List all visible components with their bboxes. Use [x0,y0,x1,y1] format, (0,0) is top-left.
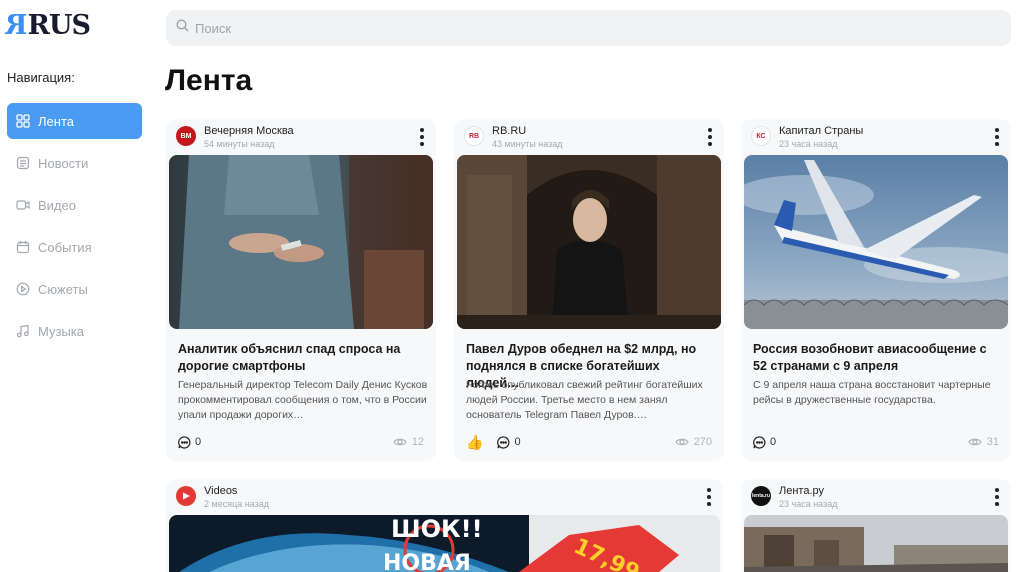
comment-icon [497,435,510,449]
more-options-icon[interactable] [995,488,999,506]
search-icon [176,19,195,37]
views-counter: 270 [674,435,712,449]
newspaper-icon [16,156,30,170]
more-options-icon[interactable] [420,128,424,146]
news-image[interactable] [457,155,721,329]
comment-icon [753,435,766,449]
search-input[interactable] [195,20,975,36]
news-description: Forbes опубликовал свежий рейтинг богате… [466,379,703,421]
comments-button[interactable]: 0 [753,435,777,449]
news-image[interactable] [744,515,1008,572]
thumbnail-text-shock: ШОК!! [391,515,483,543]
views-counter: 31 [968,435,999,449]
nav-title: Навигация: [7,70,75,85]
views-count: 270 [693,436,712,448]
eye-icon [968,438,982,446]
card-header: RB RB.RU 43 минуты назад [454,119,724,155]
news-card[interactable]: RB RB.RU 43 минуты назад Павел Дуров обе… [454,119,724,461]
comments-count: 0 [195,436,202,448]
sidebar-item-label: Новости [38,155,89,171]
app-logo[interactable]: RRUS [6,10,91,41]
card-footer: 0 12 [178,433,424,451]
play-circle-icon [16,282,30,296]
source-logo: ВМ [176,126,196,146]
sidebar-item-label: Музыка [38,323,84,339]
grid-icon [16,114,30,128]
news-card[interactable]: lenta.ru Лента.ру 23 часа назад [741,479,1011,572]
publish-time: 54 минуты назад [204,139,275,149]
eye-icon [674,438,689,446]
sidebar-item-events[interactable]: События [7,229,142,265]
comments-count: 0 [514,436,521,448]
comments-button[interactable]: 0 [178,435,202,449]
card-header: ВМ Вечерняя Москва 54 минуты назад [166,119,436,155]
video-card[interactable]: Videos 2 месяца назад ШОК!! НОВАЯ 17,99 [166,479,723,572]
card-header: lenta.ru Лента.ру 23 часа назад [741,479,1011,515]
sidebar-item-label: Сюжеты [38,281,88,297]
search-bar [166,10,1011,46]
video-icon [16,198,30,212]
publish-time: 2 месяца назад [204,499,269,509]
sidebar-item-music[interactable]: Музыка [7,313,142,349]
source-name[interactable]: Вечерняя Москва [204,125,294,137]
video-thumbnail[interactable]: ШОК!! НОВАЯ 17,99 [169,515,720,572]
card-header: КС Капитал Страны 23 часа назад [741,119,1011,155]
news-card[interactable]: КС Капитал Страны 23 часа назад Россия в… [741,119,1011,461]
source-name[interactable]: Капитал Страны [779,125,863,137]
sidebar-item-news[interactable]: Новости [7,145,142,181]
news-image[interactable] [744,155,1008,329]
more-options-icon[interactable] [708,128,712,146]
logo-text: RUS [27,10,90,41]
news-title[interactable]: Аналитик объяснил спад спроса на дорогие… [178,341,428,375]
calendar-icon [16,240,30,254]
news-description: С 9 апреля наша страна восстановит чарте… [753,379,991,406]
publish-time: 23 часа назад [779,139,838,149]
music-note-icon [16,324,30,338]
more-options-icon[interactable] [995,128,999,146]
sidebar-item-label: Лента [38,113,74,129]
source-logo: lenta.ru [751,486,771,506]
logo-mirrored-letter: R [6,10,28,41]
views-counter: 12 [393,435,424,449]
sidebar-item-label: Видео [38,197,76,213]
page-title: Лента [165,64,253,97]
eye-icon [393,438,407,446]
sidebar-item-stories[interactable]: Сюжеты [7,271,142,307]
sidebar-item-feed[interactable]: Лента [7,103,142,139]
like-icon[interactable]: 👍 [466,434,483,451]
comments-count: 0 [770,436,777,448]
sidebar-item-label: События [38,239,92,255]
comments-button[interactable]: 0 [497,435,521,449]
thumbnail-text-new: НОВАЯ [383,551,471,572]
card-header: Videos 2 месяца назад [166,479,723,515]
news-card[interactable]: ВМ Вечерняя Москва 54 минуты назад Анали… [166,119,436,461]
source-name[interactable]: RB.RU [492,125,526,137]
source-logo: RB [464,126,484,146]
card-footer: 0 31 [753,433,999,451]
news-description: Генеральный директор Telecom Daily Денис… [178,379,428,421]
card-footer: 👍 0 270 [466,433,712,451]
views-count: 31 [986,436,999,448]
news-image[interactable] [169,155,433,329]
source-logo: КС [751,126,771,146]
publish-time: 23 часа назад [779,499,838,509]
sidebar-item-video[interactable]: Видео [7,187,142,223]
news-title[interactable]: Россия возобновит авиасообщение с 52 стр… [753,341,1003,375]
more-options-icon[interactable] [707,488,711,506]
publish-time: 43 минуты назад [492,139,563,149]
sidebar-nav: Лента Новости Видео События Сюжеты Музык… [7,103,142,355]
source-name[interactable]: Videos [204,485,237,497]
comment-icon [178,435,191,449]
source-name[interactable]: Лента.ру [779,485,824,497]
views-count: 12 [411,436,424,448]
youtube-icon [176,486,196,506]
